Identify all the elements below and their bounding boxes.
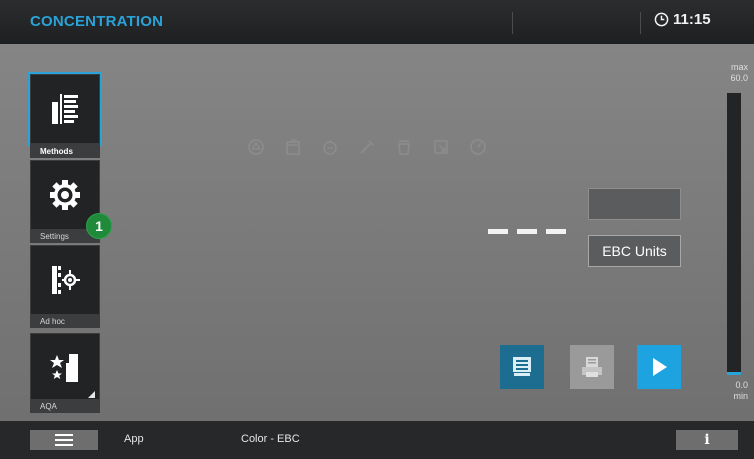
sidebar-item-aqa[interactable] bbox=[30, 333, 100, 403]
container-icon bbox=[283, 137, 303, 157]
aqa-icon bbox=[50, 354, 78, 382]
header-divider bbox=[640, 12, 641, 34]
sidebar-item-ad-hoc[interactable] bbox=[30, 245, 100, 315]
printer-icon bbox=[582, 357, 602, 377]
scale-max-value: 60.0 bbox=[730, 73, 748, 83]
sidebar-item-label: AQA bbox=[30, 399, 100, 413]
page-title: CONCENTRATION bbox=[30, 13, 164, 30]
reading-dash bbox=[517, 229, 537, 234]
ad-hoc-icon bbox=[52, 266, 80, 294]
bottom-bar: App Color - EBC i bbox=[0, 421, 754, 459]
sidebar-item-methods[interactable] bbox=[28, 72, 102, 146]
cup-icon bbox=[394, 137, 414, 157]
start-measurement-button[interactable] bbox=[637, 345, 681, 389]
expand-corner-icon bbox=[88, 391, 95, 398]
save-data-icon bbox=[513, 357, 531, 377]
play-icon bbox=[653, 358, 667, 376]
hamburger-menu-icon bbox=[55, 434, 73, 446]
menu-button[interactable] bbox=[30, 430, 98, 450]
scale-indicator bbox=[727, 372, 741, 375]
callout-marker: 1 bbox=[86, 213, 112, 239]
method-name: Color - EBC bbox=[241, 433, 300, 445]
scale-max: max 60.0 bbox=[718, 62, 754, 84]
gauge-icon bbox=[468, 137, 488, 157]
methods-icon bbox=[52, 94, 78, 124]
sidebar-item-label: Ad hoc bbox=[30, 314, 100, 328]
flask-icon bbox=[320, 137, 340, 157]
clock-icon bbox=[654, 12, 669, 27]
reading-value bbox=[488, 229, 566, 234]
export-icon bbox=[431, 137, 451, 157]
recycle-icon bbox=[246, 137, 266, 157]
info-button[interactable]: i bbox=[676, 430, 738, 450]
pipette-icon bbox=[357, 137, 377, 157]
reading-dash bbox=[488, 229, 508, 234]
gear-icon bbox=[50, 180, 80, 210]
scale-max-label: max bbox=[730, 62, 748, 72]
scale-min-value: 0.0 bbox=[735, 380, 748, 390]
reading-dash bbox=[546, 229, 566, 234]
faint-icon-row bbox=[246, 137, 488, 157]
value-field[interactable] bbox=[588, 188, 681, 220]
print-button[interactable] bbox=[570, 345, 614, 389]
top-bar: CONCENTRATION 11:15 bbox=[0, 0, 754, 44]
scale-min-label: min bbox=[733, 391, 748, 401]
app-label: App bbox=[124, 433, 144, 445]
units-selector[interactable]: EBC Units bbox=[588, 235, 681, 267]
clock: 11:15 bbox=[654, 11, 711, 28]
save-button[interactable] bbox=[500, 345, 544, 389]
scale-bar bbox=[727, 93, 741, 375]
sidebar-item-label: Methods bbox=[30, 144, 100, 158]
header-divider bbox=[512, 12, 513, 34]
clock-time: 11:15 bbox=[673, 11, 711, 28]
scale-min: 0.0 min bbox=[718, 380, 754, 402]
